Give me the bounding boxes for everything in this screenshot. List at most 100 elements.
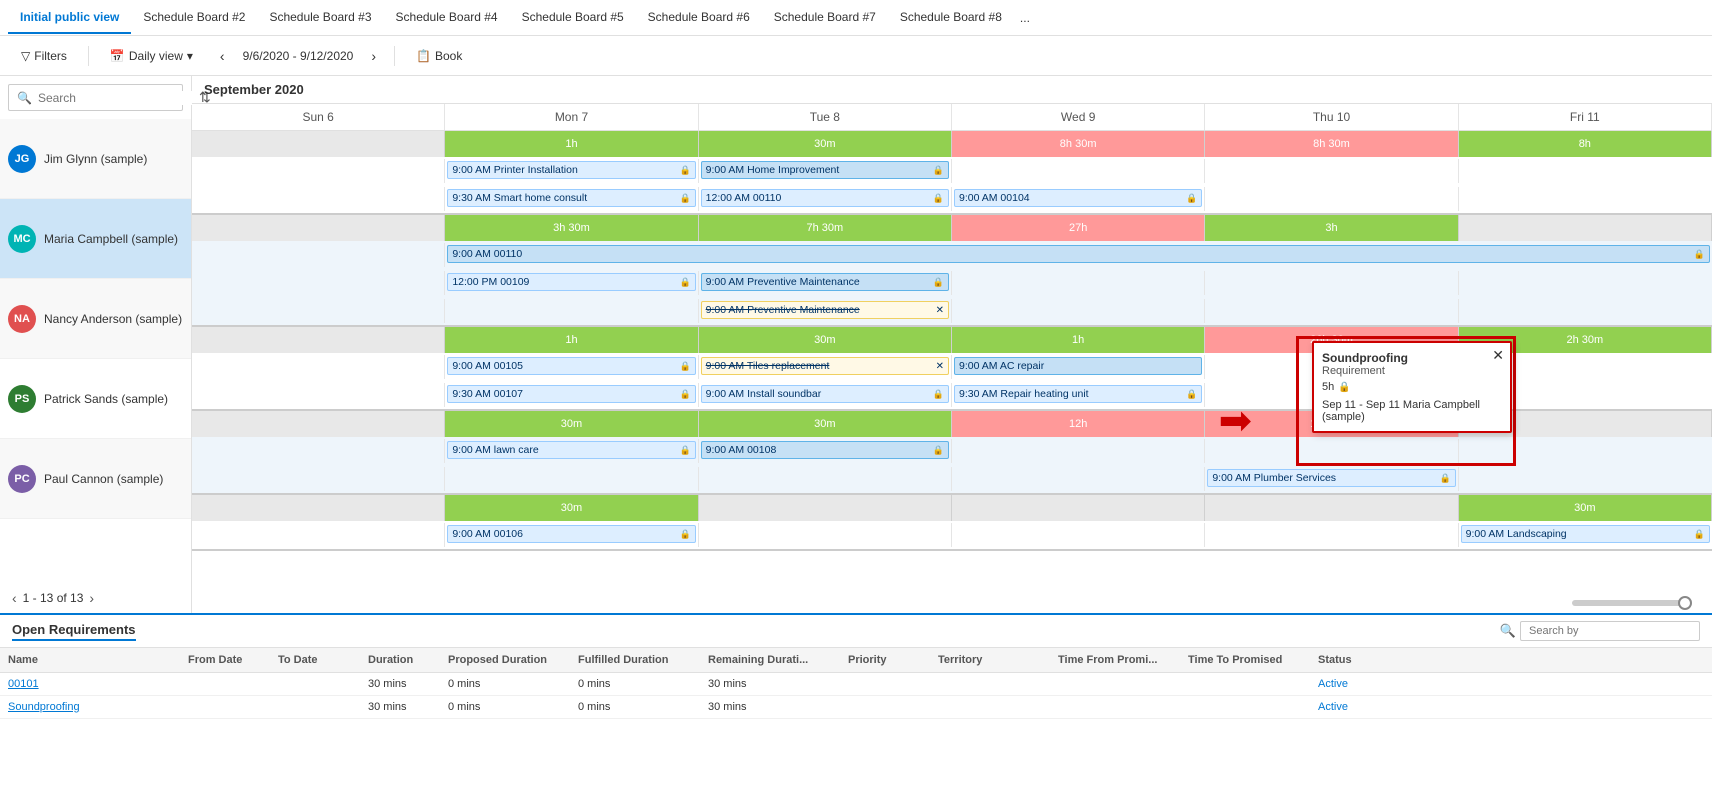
event-jg-smart-home[interactable]: 9:30 AM Smart home consult 🔒 [447,189,695,207]
table-row-soundproofing: Soundproofing 30 mins 0 mins 0 mins 30 m… [0,696,1712,719]
search-by-input[interactable] [1520,621,1700,641]
summary-na-3: 1h [952,327,1205,353]
event-pc-00106[interactable]: 9:00 AM 00106 🔒 [447,525,695,543]
avatar-paul-cannon: PC [8,465,36,493]
tab-schedule-5[interactable]: Schedule Board #5 [510,2,636,34]
event-na-soundbar[interactable]: 9:00 AM Install soundbar 🔒 [701,385,949,403]
td-remaining-00101: 30 mins [700,676,840,692]
summary-na-0 [192,327,445,353]
th-status: Status [1310,652,1380,668]
view-label: Daily view [129,49,183,63]
event-ps-00108[interactable]: 9:00 AM 00108 🔒 [701,441,949,459]
events-jg-row1: 9:00 AM Printer Installation 🔒 9:00 AM H… [192,157,1712,185]
event-mc-00109[interactable]: 12:00 PM 00109 🔒 [447,273,695,291]
event-cell-pc-2 [699,523,952,547]
slider-thumb[interactable] [1678,596,1692,610]
resource-patrick-sands[interactable]: PS Patrick Sands (sample) [0,359,191,439]
event-na-ac-repair[interactable]: 9:00 AM AC repair [954,357,1202,375]
summary-ps-0 [192,411,445,437]
tab-schedule-2[interactable]: Schedule Board #2 [131,2,257,34]
event-mc-preventive-x[interactable]: 9:00 AM Preventive Maintenance ✕ [701,301,949,319]
chevron-down-icon: ▾ [187,49,193,63]
event-na-00107[interactable]: 9:30 AM 00107 🔒 [447,385,695,403]
event-cell-ps-r2-2 [699,467,952,491]
tab-schedule-7[interactable]: Schedule Board #7 [762,2,888,34]
event-cell-ps-0 [192,439,445,463]
toolbar: ▽ Filters 📅 Daily view ▾ ‹ 9/6/2020 - 9/… [0,36,1712,76]
td-priority-soundproofing [840,699,930,715]
search-box[interactable]: 🔍 ⇅ [8,84,183,111]
avatar-nancy-anderson: NA [8,305,36,333]
event-cell-mc-r3-2: 9:00 AM Preventive Maintenance ✕ [699,299,952,323]
lock-icon: 🔒 [679,445,690,456]
event-cell-na-0 [192,355,445,379]
avatar-maria-campbell: MC [8,225,36,253]
td-remaining-soundproofing: 30 mins [700,699,840,715]
event-na-repair-heating[interactable]: 9:30 AM Repair heating unit 🔒 [954,385,1202,403]
resource-maria-campbell[interactable]: MC Maria Campbell (sample) [0,199,191,279]
tab-schedule-4[interactable]: Schedule Board #4 [384,2,510,34]
td-name-soundproofing[interactable]: Soundproofing [0,699,180,715]
event-ps-lawn-care[interactable]: 9:00 AM lawn care 🔒 [447,441,695,459]
resource-nancy-anderson[interactable]: NA Nancy Anderson (sample) [0,279,191,359]
event-na-tiles[interactable]: 9:00 AM Tiles replacement ✕ [701,357,949,375]
event-jg-printer[interactable]: 9:00 AM Printer Installation 🔒 [447,161,695,179]
prev-date-button[interactable]: ‹ [214,44,231,68]
daily-view-button[interactable]: 📅 Daily view ▾ [101,44,202,68]
tab-initial-public-view[interactable]: Initial public view [8,2,131,34]
filter-icon: ▽ [21,49,30,63]
prev-page-button[interactable]: ‹ [12,590,17,606]
event-mc-00110-span[interactable]: 9:00 AM 00110 🔒 [447,245,1710,263]
main-layout: 🔍 ⇅ JG Jim Glynn (sample) MC Maria Campb… [0,76,1712,798]
th-remaining: Remaining Durati... [700,652,840,668]
event-pc-landscaping[interactable]: 9:00 AM Landscaping 🔒 [1461,525,1710,543]
event-cell-mc-r3-5 [1459,299,1712,323]
resource-name-nancy-anderson: Nancy Anderson (sample) [44,312,182,326]
td-proposed-00101: 0 mins [440,676,570,692]
next-page-button[interactable]: › [89,590,94,606]
td-name-00101[interactable]: 00101 [0,676,180,692]
tooltip-detail: 5h [1322,381,1334,393]
close-icon[interactable]: ✕ [936,361,944,372]
event-cell-mc-r3-3 [952,299,1205,323]
month-header: September 2020 [192,76,1712,104]
td-to-soundproofing [270,699,360,715]
red-arrow: ➡ [1218,398,1252,444]
resource-paul-cannon[interactable]: PC Paul Cannon (sample) [0,439,191,519]
event-cell-na-2: 9:00 AM Tiles replacement ✕ [699,355,952,379]
next-date-button[interactable]: › [365,44,382,68]
event-na-00105[interactable]: 9:00 AM 00105 🔒 [447,357,695,375]
event-ps-plumber[interactable]: 9:00 AM Plumber Services 🔒 [1207,469,1455,487]
event-cell-na-r2-1: 9:30 AM 00107 🔒 [445,383,698,407]
close-icon[interactable]: ✕ [936,305,944,316]
event-cell-na-r2-0 [192,383,445,407]
td-time-from-00101 [1050,676,1180,692]
tab-schedule-8[interactable]: Schedule Board #8 [888,2,1014,34]
event-jg-00104[interactable]: 9:00 AM 00104 🔒 [954,189,1202,207]
resource-jim-glynn[interactable]: JG Jim Glynn (sample) [0,119,191,199]
td-time-to-soundproofing [1180,699,1310,715]
event-mc-preventive[interactable]: 9:00 AM Preventive Maintenance 🔒 [701,273,949,291]
event-jg-home-improvement[interactable]: 9:00 AM Home Improvement 🔒 [701,161,949,179]
tab-schedule-3[interactable]: Schedule Board #3 [257,2,383,34]
summary-jg-1: 1h [445,131,698,157]
tabs-more-button[interactable]: ... [1014,3,1036,33]
lock-icon: 🔒 [679,165,690,176]
event-text: 12:00 AM 00110 [706,192,782,204]
td-time-from-soundproofing [1050,699,1180,715]
book-button[interactable]: 📋 Book [407,44,471,68]
td-time-to-00101 [1180,676,1310,692]
tab-schedule-6[interactable]: Schedule Board #6 [636,2,762,34]
tooltip-close-button[interactable]: ✕ [1492,347,1504,364]
event-cell-mc-r2-0 [192,271,445,295]
event-text: 9:00 AM 00110 [452,248,522,260]
filters-button[interactable]: ▽ Filters [12,44,76,68]
th-extra [1380,652,1400,668]
event-jg-00110[interactable]: 12:00 AM 00110 🔒 [701,189,949,207]
bottom-scroll[interactable]: 00101 30 mins 0 mins 0 mins 30 mins Acti… [0,673,1712,773]
search-input[interactable] [38,91,193,105]
day-tue8: Tue 8 [699,104,952,130]
event-cell-jg-r2-1: 9:30 AM Smart home consult 🔒 [445,187,698,211]
book-label: Book [435,49,462,63]
event-text: 9:00 AM Landscaping [1466,528,1567,540]
